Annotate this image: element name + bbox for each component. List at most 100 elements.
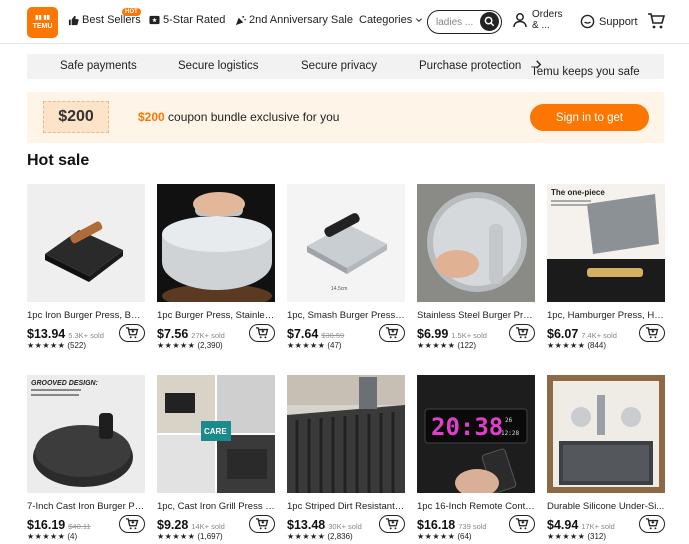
add-to-cart-icon bbox=[386, 327, 399, 339]
product-image[interactable]: 20:38 26 12:28 bbox=[417, 375, 535, 493]
product-image[interactable] bbox=[417, 184, 535, 302]
add-to-cart-icon bbox=[256, 518, 269, 530]
search-value: ladies ... bbox=[436, 16, 474, 28]
review-count: (2,836) bbox=[327, 532, 353, 541]
price-row: $7.56 27K+ sold bbox=[157, 327, 225, 341]
product-image[interactable]: CARE bbox=[157, 375, 275, 493]
user-icon bbox=[513, 13, 527, 28]
product-price: $16.18 bbox=[417, 518, 456, 532]
add-to-cart-button[interactable] bbox=[639, 324, 665, 342]
categories-label: Categories bbox=[359, 14, 413, 26]
product-rating: ★★★★★ (122) bbox=[417, 341, 476, 350]
product-image[interactable] bbox=[27, 184, 145, 302]
trust-bar: Safe payments Secure logistics Secure pr… bbox=[27, 54, 664, 79]
review-count: (1,697) bbox=[197, 532, 223, 541]
product-card[interactable]: CARE 1pc, Cast Iron Grill Press F... $9.28… bbox=[157, 375, 275, 541]
product-card[interactable]: The one-piece 1pc, Hamburger Press, He...… bbox=[547, 184, 665, 350]
product-card[interactable]: Stainless Steel Burger Pre... $6.99 1.5K+ … bbox=[417, 184, 535, 350]
product-card[interactable]: GROOVED DESIGN: 7-Inch Cast Iron Burger P… bbox=[27, 375, 145, 541]
price-row: $7.64 $30.59 bbox=[287, 327, 344, 341]
sign-in-button[interactable]: Sign in to get bbox=[530, 104, 649, 131]
price-row: $6.99 1.5K+ sold bbox=[417, 327, 487, 341]
product-image[interactable]: GROOVED DESIGN: bbox=[27, 375, 145, 493]
product-card[interactable]: 1pc Iron Burger Press, Bac... $13.94 5.3K+… bbox=[27, 184, 145, 350]
product-name[interactable]: 1pc, Cast Iron Grill Press F... bbox=[157, 501, 275, 512]
product-price: $9.28 bbox=[157, 518, 189, 532]
price-row: $4.94 17K+ sold bbox=[547, 518, 615, 532]
add-to-cart-button[interactable] bbox=[249, 515, 275, 533]
product-name[interactable]: Durable Silicone Under-Si... bbox=[547, 501, 665, 512]
product-name[interactable]: 1pc, Hamburger Press, He... bbox=[547, 310, 665, 321]
add-to-cart-button[interactable] bbox=[379, 324, 405, 342]
search-button[interactable] bbox=[480, 12, 499, 31]
product-price: $16.19 bbox=[27, 518, 66, 532]
nav-anniversary-sale[interactable]: 2nd Anniversary Sale bbox=[235, 14, 353, 26]
product-image[interactable] bbox=[157, 184, 275, 302]
add-to-cart-button[interactable] bbox=[249, 324, 275, 342]
support-link[interactable]: Support bbox=[580, 14, 638, 29]
product-image[interactable] bbox=[287, 375, 405, 493]
add-to-cart-button[interactable] bbox=[119, 515, 145, 533]
star-box-icon bbox=[149, 15, 160, 24]
price-row: $9.28 14K+ sold bbox=[157, 518, 225, 532]
product-name[interactable]: Stainless Steel Burger Pre... bbox=[417, 310, 535, 321]
price-row: $16.18 739 sold bbox=[417, 518, 487, 532]
add-to-cart-button[interactable] bbox=[639, 515, 665, 533]
product-price: $4.94 bbox=[547, 518, 579, 532]
thumbs-up-icon bbox=[68, 15, 79, 25]
product-rating: ★★★★★ (2,836) bbox=[287, 532, 353, 541]
section-title: Hot sale bbox=[27, 152, 90, 169]
svg-text:12:28: 12:28 bbox=[501, 430, 519, 437]
party-popper-icon bbox=[235, 15, 246, 25]
product-name[interactable]: 1pc Striped Dirt Resistant ... bbox=[287, 501, 405, 512]
product-name[interactable]: 7-Inch Cast Iron Burger Pr... bbox=[27, 501, 145, 512]
add-to-cart-button[interactable] bbox=[509, 324, 535, 342]
add-to-cart-icon bbox=[386, 518, 399, 530]
five-star-label: 5-Star Rated bbox=[163, 14, 226, 26]
trust-item-safe-payments: Safe payments bbox=[60, 60, 137, 72]
search-input[interactable]: ladies ... bbox=[427, 10, 502, 34]
rating-stars: ★★★★★ bbox=[157, 341, 196, 350]
shopping-cart-icon bbox=[648, 13, 666, 29]
chevron-down-icon bbox=[416, 18, 423, 23]
trust-item-secure-privacy: Secure privacy bbox=[301, 60, 378, 72]
review-count: (4) bbox=[67, 532, 78, 541]
product-name[interactable]: 1pc 16-Inch Remote Contr... bbox=[417, 501, 535, 512]
product-image[interactable] bbox=[547, 375, 665, 493]
rating-stars: ★★★★★ bbox=[27, 341, 66, 350]
product-card[interactable]: 20:38 26 12:28 1pc 16-Inch Remote Contr... $… bbox=[417, 375, 535, 541]
add-to-cart-button[interactable] bbox=[379, 515, 405, 533]
svg-text:GROOVED DESIGN:: GROOVED DESIGN: bbox=[31, 380, 98, 387]
add-to-cart-icon bbox=[516, 327, 529, 339]
sold-count: 14K+ sold bbox=[191, 522, 225, 531]
product-card[interactable]: 14.5cm 1pc, Smash Burger Press, ... $7.64 $… bbox=[287, 184, 405, 350]
add-to-cart-icon bbox=[646, 327, 659, 339]
sold-count: 17K+ sold bbox=[581, 522, 615, 531]
product-name[interactable]: 1pc Burger Press, Stainles... bbox=[157, 310, 275, 321]
add-to-cart-button[interactable] bbox=[509, 515, 535, 533]
hot-badge: HOT bbox=[122, 8, 141, 16]
review-count: (47) bbox=[327, 341, 342, 350]
product-image[interactable]: 14.5cm bbox=[287, 184, 405, 302]
product-name[interactable]: 1pc Iron Burger Press, Bac... bbox=[27, 310, 145, 321]
cart-button[interactable] bbox=[647, 12, 666, 35]
add-to-cart-button[interactable] bbox=[119, 324, 145, 342]
product-card[interactable]: Durable Silicone Under-Si... $4.94 17K+ so… bbox=[547, 375, 665, 541]
product-card[interactable]: 1pc Striped Dirt Resistant ... $13.48 30K+… bbox=[287, 375, 405, 541]
trust-item-keeps-safe[interactable]: Temu keeps you safe bbox=[531, 60, 640, 78]
review-count: (312) bbox=[587, 532, 607, 541]
coupon-banner: $200 $200 coupon bundle exclusive for yo… bbox=[27, 92, 664, 143]
product-price: $13.94 bbox=[27, 327, 66, 341]
review-count: (64) bbox=[457, 532, 472, 541]
nav-five-star-rated[interactable]: 5-Star Rated bbox=[149, 14, 225, 26]
product-rating: ★★★★★ (312) bbox=[547, 532, 606, 541]
nav-categories[interactable]: Categories bbox=[359, 14, 423, 26]
product-card[interactable]: 1pc Burger Press, Stainles... $7.56 27K+ s… bbox=[157, 184, 275, 350]
rating-stars: ★★★★★ bbox=[417, 341, 456, 350]
search-icon bbox=[484, 16, 495, 27]
temu-logo[interactable]: ▮▮ ▮▮ TEMU bbox=[27, 7, 58, 38]
product-image[interactable]: The one-piece bbox=[547, 184, 665, 302]
original-price: $30.59 bbox=[321, 331, 345, 340]
product-name[interactable]: 1pc, Smash Burger Press, ... bbox=[287, 310, 405, 321]
orders-account[interactable]: Orders & ... bbox=[512, 9, 570, 31]
